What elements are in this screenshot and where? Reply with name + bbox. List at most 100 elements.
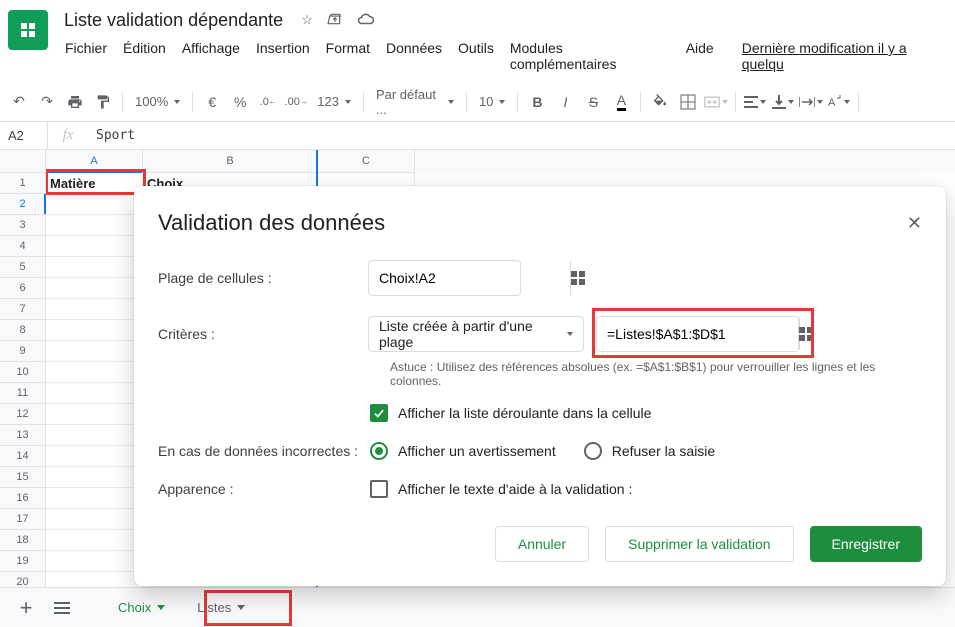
- halign-button[interactable]: [742, 89, 768, 115]
- radio-reject-input[interactable]: [584, 442, 602, 460]
- valign-button[interactable]: [770, 89, 796, 115]
- last-edit-link[interactable]: Dernière modification il y a quelqu: [735, 36, 955, 76]
- row-header-5[interactable]: 5: [0, 257, 46, 278]
- bold-button[interactable]: B: [524, 89, 550, 115]
- cell-a9[interactable]: [46, 341, 143, 362]
- col-header-c[interactable]: C: [318, 150, 415, 173]
- row-header-10[interactable]: 10: [0, 362, 46, 383]
- grid-select-icon[interactable]: [570, 261, 585, 295]
- remove-validation-button[interactable]: Supprimer la validation: [605, 526, 793, 562]
- row-header-15[interactable]: 15: [0, 467, 46, 488]
- menu-help[interactable]: Aide: [679, 36, 721, 76]
- show-dropdown-checkbox[interactable]: [370, 404, 388, 422]
- row-header-4[interactable]: 4: [0, 236, 46, 257]
- wrap-button[interactable]: [798, 89, 824, 115]
- menu-data[interactable]: Données: [379, 36, 449, 76]
- menu-format[interactable]: Format: [319, 36, 377, 76]
- print-button[interactable]: [62, 89, 88, 115]
- cell-a16[interactable]: [46, 488, 143, 509]
- col-header-a[interactable]: A: [46, 150, 143, 173]
- merge-button[interactable]: [703, 89, 729, 115]
- radio-show-warning[interactable]: [370, 442, 388, 460]
- rotate-button[interactable]: A: [826, 89, 852, 115]
- zoom-select[interactable]: 100%: [129, 94, 186, 109]
- cancel-button[interactable]: Annuler: [495, 526, 589, 562]
- font-select[interactable]: Par défaut ...: [370, 87, 460, 117]
- cell-a19[interactable]: [46, 551, 143, 572]
- row-header-6[interactable]: 6: [0, 278, 46, 299]
- number-format-select[interactable]: 123: [311, 94, 357, 109]
- cell-a17[interactable]: [46, 509, 143, 530]
- cell-a12[interactable]: [46, 404, 143, 425]
- cell-a2[interactable]: [46, 194, 143, 215]
- name-box[interactable]: A2: [0, 122, 48, 149]
- row-header-3[interactable]: 3: [0, 215, 46, 236]
- cell-a14[interactable]: [46, 446, 143, 467]
- cell-a3[interactable]: [46, 215, 143, 236]
- row-header-8[interactable]: 8: [0, 320, 46, 341]
- decrease-decimal-button[interactable]: .0←: [255, 89, 281, 115]
- criteria-range-input[interactable]: [597, 326, 798, 342]
- redo-button[interactable]: ↷: [34, 89, 60, 115]
- cell-range-input[interactable]: [369, 270, 570, 286]
- row-header-12[interactable]: 12: [0, 404, 46, 425]
- fx-icon: fx: [48, 127, 88, 144]
- increase-decimal-button[interactable]: .00→: [283, 89, 309, 115]
- cell-a8[interactable]: [46, 320, 143, 341]
- sheets-logo[interactable]: [8, 10, 48, 50]
- row-header-16[interactable]: 16: [0, 488, 46, 509]
- row-header-7[interactable]: 7: [0, 299, 46, 320]
- cell-a13[interactable]: [46, 425, 143, 446]
- percent-button[interactable]: %: [227, 89, 253, 115]
- currency-button[interactable]: €: [199, 89, 225, 115]
- add-sheet-button[interactable]: +: [10, 592, 42, 624]
- cell-a4[interactable]: [46, 236, 143, 257]
- cell-a5[interactable]: [46, 257, 143, 278]
- row-header-19[interactable]: 19: [0, 551, 46, 572]
- cell-a18[interactable]: [46, 530, 143, 551]
- sheet-tab-choix[interactable]: Choix: [104, 592, 179, 623]
- close-icon[interactable]: ✕: [907, 213, 922, 234]
- cell-a6[interactable]: [46, 278, 143, 299]
- col-header-b[interactable]: B: [143, 150, 318, 173]
- grid-select-icon[interactable]: [798, 317, 813, 351]
- paint-format-button[interactable]: [90, 89, 116, 115]
- move-icon[interactable]: [327, 12, 343, 29]
- row-header-13[interactable]: 13: [0, 425, 46, 446]
- criteria-type-select[interactable]: Liste créée à partir d'une plage: [368, 316, 584, 352]
- save-button[interactable]: Enregistrer: [810, 526, 922, 562]
- font-size-select[interactable]: 10: [473, 94, 511, 109]
- cloud-status-icon[interactable]: [357, 12, 375, 29]
- italic-button[interactable]: I: [552, 89, 578, 115]
- row-header-14[interactable]: 14: [0, 446, 46, 467]
- menu-file[interactable]: Fichier: [58, 36, 114, 76]
- show-help-checkbox[interactable]: [370, 480, 388, 498]
- borders-button[interactable]: [675, 89, 701, 115]
- text-color-button[interactable]: A: [608, 89, 634, 115]
- select-all-corner[interactable]: [0, 150, 46, 173]
- star-icon[interactable]: ☆: [301, 12, 313, 29]
- cell-a11[interactable]: [46, 383, 143, 404]
- row-header-11[interactable]: 11: [0, 383, 46, 404]
- strike-button[interactable]: S: [580, 89, 606, 115]
- row-header-2[interactable]: 2: [0, 194, 46, 215]
- all-sheets-button[interactable]: [46, 592, 78, 624]
- cell-a7[interactable]: [46, 299, 143, 320]
- menu-insert[interactable]: Insertion: [249, 36, 317, 76]
- menu-tools[interactable]: Outils: [451, 36, 501, 76]
- menu-addons[interactable]: Modules complémentaires: [503, 36, 677, 76]
- formula-input[interactable]: Sport: [88, 128, 955, 143]
- cell-a15[interactable]: [46, 467, 143, 488]
- cell-a10[interactable]: [46, 362, 143, 383]
- fill-color-button[interactable]: [647, 89, 673, 115]
- row-header-1[interactable]: 1: [0, 173, 46, 194]
- sheet-tab-listes[interactable]: Listes: [183, 592, 259, 623]
- menu-edit[interactable]: Édition: [116, 36, 173, 76]
- doc-title-input[interactable]: Liste validation dépendante: [58, 8, 289, 33]
- cell-a1[interactable]: Matière: [46, 173, 143, 194]
- row-header-9[interactable]: 9: [0, 341, 46, 362]
- undo-button[interactable]: ↶: [6, 89, 32, 115]
- row-header-18[interactable]: 18: [0, 530, 46, 551]
- menu-view[interactable]: Affichage: [175, 36, 247, 76]
- row-header-17[interactable]: 17: [0, 509, 46, 530]
